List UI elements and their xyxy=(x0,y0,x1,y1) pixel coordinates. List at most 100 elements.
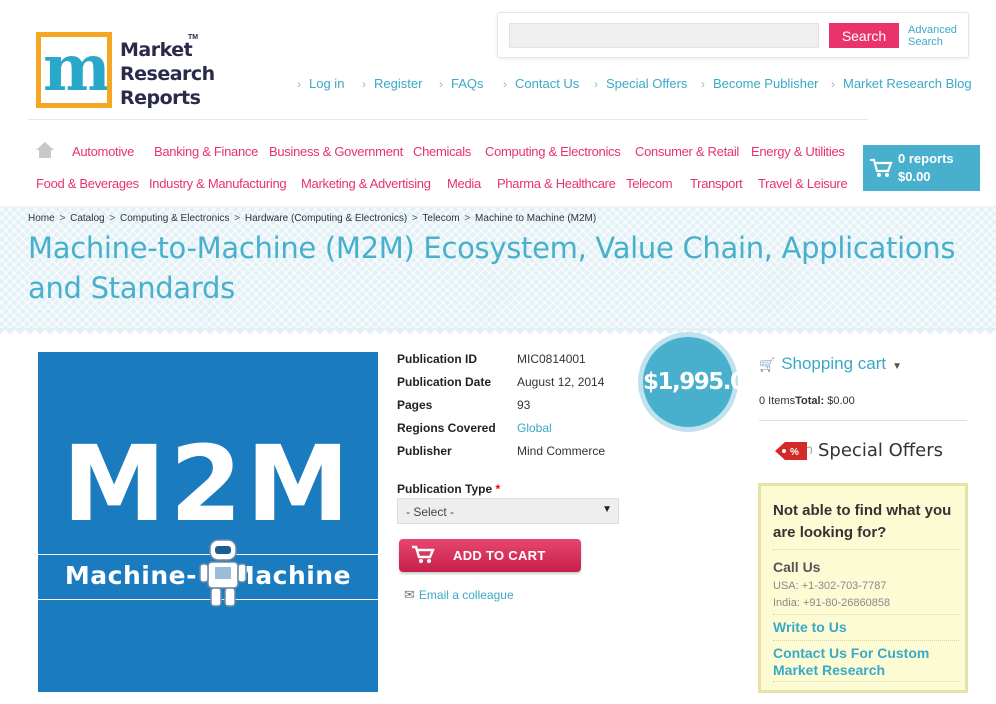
breadcrumb-separator: > xyxy=(464,213,471,224)
detail-row-publisher: Publisher Mind Commerce xyxy=(397,444,637,467)
top-link-register[interactable]: Register xyxy=(362,76,422,91)
detail-value-regions[interactable]: Global xyxy=(517,421,552,435)
add-to-cart-button[interactable]: ADD TO CART xyxy=(399,539,581,572)
help-box: Not able to find what you are looking fo… xyxy=(758,483,968,693)
breadcrumb-separator: > xyxy=(411,213,418,224)
chevron-down-icon: ▼ xyxy=(892,361,902,372)
category-media[interactable]: Media xyxy=(447,176,481,191)
shopping-cart-total-label: Total: xyxy=(795,395,825,407)
publication-details: Publication ID MIC0814001 Publication Da… xyxy=(397,352,637,467)
logo-line-2: Research xyxy=(120,63,215,85)
help-phone-usa: USA: +1-302-703-7787 xyxy=(773,580,887,592)
cart-report-count: 0 reports xyxy=(898,151,954,166)
detail-label: Regions Covered xyxy=(397,421,496,435)
publication-type-label: Publication Type * xyxy=(397,482,500,496)
category-marketing-advertising[interactable]: Marketing & Advertising xyxy=(301,176,431,191)
search-button[interactable]: Search xyxy=(829,23,899,48)
detail-value-publisher: Mind Commerce xyxy=(517,444,606,458)
top-link-login[interactable]: Log in xyxy=(297,76,344,91)
top-link-blog[interactable]: Market Research Blog xyxy=(831,76,972,91)
category-consumer-retail[interactable]: Consumer & Retail xyxy=(635,144,739,159)
category-chemicals[interactable]: Chemicals xyxy=(413,144,471,159)
sidebar-divider xyxy=(759,420,967,421)
detail-row-regions: Regions Covered Global xyxy=(397,421,637,444)
top-link-faqs[interactable]: FAQs xyxy=(439,76,484,91)
category-food-beverages[interactable]: Food & Beverages xyxy=(36,176,139,191)
detail-row-publication-date: Publication Date August 12, 2014 xyxy=(397,375,637,398)
breadcrumb-hardware[interactable]: Hardware (Computing & Electronics) xyxy=(245,213,407,224)
robot-icon xyxy=(199,539,247,607)
logo-mark: mm xyxy=(36,32,112,108)
detail-row-publication-id: Publication ID MIC0814001 xyxy=(397,352,637,375)
breadcrumb-home[interactable]: Home xyxy=(28,213,55,224)
category-business-government[interactable]: Business & Government xyxy=(269,144,403,159)
breadcrumb: Home > Catalog > Computing & Electronics… xyxy=(28,213,596,224)
search-input[interactable] xyxy=(509,23,819,48)
custom-research-link[interactable]: Contact Us For Custom Market Research xyxy=(773,645,963,679)
category-automotive[interactable]: Automotive xyxy=(72,144,134,159)
price-badge: $1,995.00 xyxy=(638,332,761,432)
help-question: Not able to find what you are looking fo… xyxy=(773,502,952,541)
page-title: Machine-to-Machine (M2M) Ecosystem, Valu… xyxy=(28,231,956,305)
detail-label: Publication Date xyxy=(397,375,492,389)
category-energy-utilities[interactable]: Energy & Utilities xyxy=(751,144,845,159)
site-logo[interactable]: mm Market Research Reports TM xyxy=(36,32,216,112)
top-link-special-offers[interactable]: Special Offers xyxy=(594,76,687,91)
email-colleague-label: Email a colleague xyxy=(418,588,514,602)
search-panel: Search Advanced Search xyxy=(497,12,969,58)
detail-value-pages: 93 xyxy=(517,398,531,412)
category-banking-finance[interactable]: Banking & Finance xyxy=(154,144,258,159)
breadcrumb-separator: > xyxy=(109,213,116,224)
special-offers-link[interactable]: Special Offers xyxy=(818,440,943,461)
advanced-search-link[interactable]: Advanced Search xyxy=(908,24,957,48)
category-industry-manufacturing[interactable]: Industry & Manufacturing xyxy=(149,176,287,191)
logo-letter: mm xyxy=(43,37,107,103)
cover-subtitle-left: Machine- xyxy=(64,561,197,590)
shopping-cart-total: $0.00 xyxy=(827,395,855,407)
write-to-us-link[interactable]: Write to Us xyxy=(773,619,847,635)
top-link-contact-us[interactable]: Contact Us xyxy=(503,76,579,91)
cart-total: $0.00 xyxy=(898,169,931,184)
product-cover-image: M2M Machine- -Machine xyxy=(38,352,378,692)
breadcrumb-telecom[interactable]: Telecom xyxy=(422,213,459,224)
shopping-cart-items: 0 Items xyxy=(759,395,796,407)
special-offer-tag-text: % xyxy=(790,447,799,458)
cart-icon xyxy=(411,545,435,570)
detail-label: Publisher xyxy=(397,444,452,458)
price-tag-icon: % xyxy=(775,442,812,460)
category-telecom[interactable]: Telecom xyxy=(626,176,673,191)
cart-icon: 🛒 xyxy=(759,357,776,372)
logo-trademark: TM xyxy=(188,34,199,41)
category-pharma-healthcare[interactable]: Pharma & Healthcare xyxy=(497,176,616,191)
header-divider xyxy=(28,119,868,120)
breadcrumb-computing[interactable]: Computing & Electronics xyxy=(120,213,230,224)
shopping-cart-header[interactable]: 🛒 Shopping cart ▼ xyxy=(759,354,902,374)
breadcrumb-catalog[interactable]: Catalog xyxy=(70,213,104,224)
envelope-icon: ✉ xyxy=(404,587,415,602)
detail-value-publication-id: MIC0814001 xyxy=(517,352,586,366)
advanced-search-line-2: Search xyxy=(908,36,943,48)
shopping-cart-title: Shopping cart xyxy=(781,354,887,373)
breadcrumb-current: Machine to Machine (M2M) xyxy=(475,213,597,224)
publication-type-label-text: Publication Type xyxy=(397,482,493,496)
detail-row-pages: Pages 93 xyxy=(397,398,637,421)
shopping-cart-summary: 0 ItemsTotal: $0.00 xyxy=(759,395,855,407)
logo-line-3: Reports xyxy=(120,87,201,109)
category-computing-electronics[interactable]: Computing & Electronics xyxy=(485,144,621,159)
chevron-down-icon: ▼ xyxy=(602,504,612,515)
detail-label: Pages xyxy=(397,398,433,412)
logo-wordmark: Market Research Reports xyxy=(120,38,215,110)
category-travel-leisure[interactable]: Travel & Leisure xyxy=(758,176,848,191)
category-transport[interactable]: Transport xyxy=(690,176,743,191)
header-cart[interactable]: 0 reports $0.00 xyxy=(863,145,980,191)
cart-icon xyxy=(869,157,893,185)
required-mark: * xyxy=(495,482,501,496)
home-icon[interactable] xyxy=(36,142,54,158)
logo-line-1: Market xyxy=(120,39,193,61)
detail-label: Publication ID xyxy=(397,352,478,366)
publication-type-select[interactable]: - Select - ▼ xyxy=(397,498,619,524)
top-link-become-publisher[interactable]: Become Publisher xyxy=(701,76,819,91)
advanced-search-line-1: Advanced xyxy=(908,24,957,36)
detail-value-publication-date: August 12, 2014 xyxy=(517,375,605,389)
email-colleague-link[interactable]: ✉ Email a colleague xyxy=(404,587,514,603)
